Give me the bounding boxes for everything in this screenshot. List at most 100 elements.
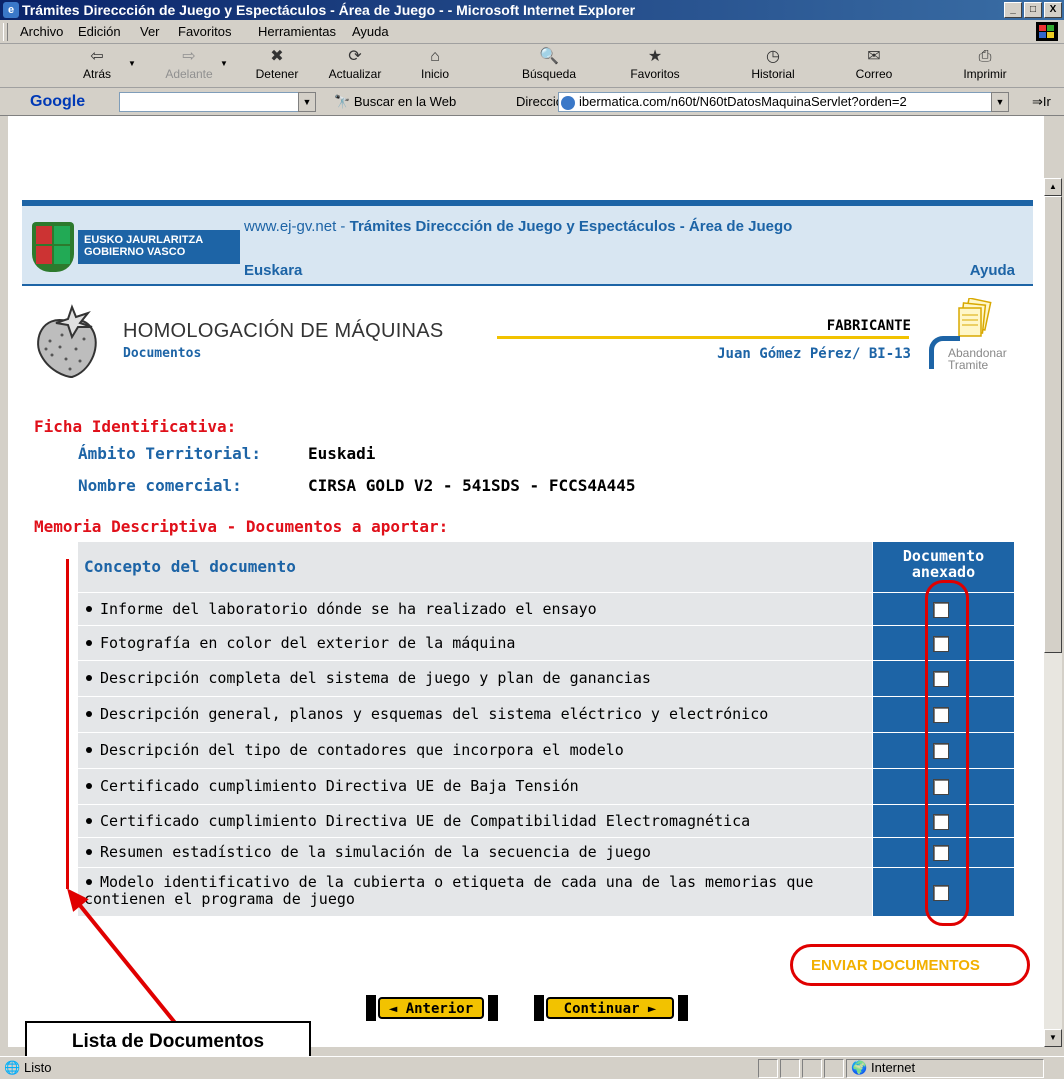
table-row: Fotografía en color del exterior de la m… (78, 626, 1014, 660)
bullet-icon (86, 878, 92, 885)
back-button[interactable]: ⇦ Atrás ▼ (62, 47, 136, 81)
bullet-icon (86, 674, 92, 681)
favorites-button[interactable]: ★ Favoritos (620, 47, 690, 81)
menu-herramientas[interactable]: Herramientas (258, 24, 336, 39)
go-icon: ⇒ (1032, 94, 1043, 109)
user-role: FABRICANTE (826, 318, 911, 334)
anterior-button[interactable]: ◄ Anterior (378, 997, 484, 1019)
table-header: Concepto del documento Documento anexado (78, 542, 1014, 592)
menu-archivo[interactable]: Archivo (20, 24, 63, 39)
document-concept: Modelo identificativo de la cubierta o e… (84, 873, 814, 908)
forward-button[interactable]: ⇨ Adelante ▼ (154, 47, 228, 81)
continuar-button[interactable]: Continuar ► (546, 997, 674, 1019)
document-concept: Resumen estadístico de la simulación de … (100, 843, 651, 861)
history-icon: ◷ (766, 48, 780, 65)
logo-line2: GOBIERNO VASCO (84, 246, 186, 258)
menu-ayuda[interactable]: Ayuda (352, 24, 389, 39)
binoculars-icon: 🔭 (334, 94, 354, 109)
document-concept: Descripción completa del sistema de jueg… (100, 669, 651, 687)
annotation-checkbox-oval (925, 580, 969, 926)
maximize-button[interactable]: □ (1024, 2, 1042, 18)
menu-edicion[interactable]: Edición (78, 24, 121, 39)
bullet-icon (86, 605, 92, 612)
bullet-icon (86, 817, 92, 824)
ie-icon: e (3, 2, 19, 18)
scroll-up-button[interactable]: ▲ (1044, 178, 1062, 196)
print-button[interactable]: ⎙ Imprimir (950, 47, 1020, 81)
table-row: Resumen estadístico de la simulación de … (78, 838, 1014, 867)
enviar-label: ENVIAR DOCUMENTOS (811, 957, 980, 974)
google-dropdown-button[interactable]: ▼ (298, 92, 316, 112)
address-toolbar: Google ▼ 🔭 Buscar en la Web Dirección ib… (0, 89, 1064, 116)
bullet-icon (86, 848, 92, 855)
annotation-bracket-line (66, 559, 69, 889)
bullet-icon (86, 710, 92, 717)
enviar-documentos-button[interactable]: ENVIAR DOCUMENTOS (790, 944, 1030, 986)
back-icon: ⇦ (90, 48, 104, 65)
go-button[interactable]: ⇒Ir (1032, 94, 1051, 110)
header-bottom-bar (22, 284, 1033, 286)
column-header-concept: Concepto del documento (78, 542, 872, 592)
internet-zone-icon: 🌍 (851, 1060, 868, 1075)
google-search-input[interactable] (119, 92, 299, 112)
mail-button[interactable]: ✉ Correo (839, 47, 909, 81)
documents-icon (958, 298, 992, 337)
menu-ver[interactable]: Ver (140, 24, 160, 39)
standard-toolbar: ⇦ Atrás ▼ ⇨ Adelante ▼ ✖ Detener ⟳ Actualizar … (0, 45, 1064, 88)
site-url-link[interactable]: www.ej-gv.net (244, 218, 336, 235)
forward-icon: ⇨ (182, 48, 196, 65)
page-subtitle: Documentos (123, 346, 202, 361)
table-row: Descripción completa del sistema de jueg… (78, 661, 1014, 696)
status-segment (802, 1059, 822, 1078)
document-concept: Informe del laboratorio dónde se ha real… (100, 600, 597, 618)
coat-of-arms-icon (32, 222, 74, 272)
menu-favoritos[interactable]: Favoritos (178, 24, 231, 39)
site-title: www.ej-gv.net - Trámites Direccción de J… (244, 218, 793, 235)
title-bar: e Trámites Direccción de Juego y Espectá… (0, 0, 1064, 20)
nombre-label: Nombre comercial: (78, 476, 242, 495)
document-concept: Descripción del tipo de contadores que i… (100, 741, 624, 759)
buscar-web-button[interactable]: 🔭 Buscar en la Web (334, 94, 456, 110)
status-segment (758, 1059, 778, 1078)
search-icon: 🔍 (539, 48, 559, 65)
address-input[interactable]: ibermatica.com/n60t/N60tDatosMaquinaServ… (558, 92, 992, 112)
home-button[interactable]: ⌂ Inicio (400, 47, 470, 81)
continuar-right-cap (678, 995, 688, 1021)
anterior-right-cap (488, 995, 498, 1021)
search-button[interactable]: 🔍 Búsqueda (514, 47, 584, 81)
ayuda-link[interactable]: Ayuda (970, 262, 1015, 279)
document-concept: Fotografía en color del exterior de la m… (100, 634, 516, 652)
stop-button[interactable]: ✖ Detener (242, 47, 312, 81)
document-concept: Certificado cumplimiento Directiva UE de… (100, 777, 579, 795)
stop-icon: ✖ (270, 48, 284, 65)
scroll-down-button[interactable]: ▼ (1044, 1029, 1062, 1047)
table-row: Certificado cumplimiento Directiva UE de… (78, 769, 1014, 804)
refresh-icon: ⟳ (348, 48, 362, 65)
print-icon: ⎙ (978, 48, 992, 65)
abandon-procedure-button[interactable]: Abandonar Tramite (926, 298, 1021, 378)
address-dropdown-button[interactable]: ▼ (991, 92, 1009, 112)
ambito-label: Ámbito Territorial: (78, 444, 262, 463)
scroll-thumb[interactable] (1044, 196, 1062, 653)
ficha-heading: Ficha Identificativa: (34, 417, 237, 436)
status-segment (824, 1059, 844, 1078)
history-button[interactable]: ◷ Historial (738, 47, 808, 81)
document-concept: Descripción general, planos y esquemas d… (100, 705, 769, 723)
window-title: Trámites Direccción de Juego y Espectácu… (22, 2, 636, 18)
status-text: Listo (24, 1060, 52, 1075)
abandon-line2: Tramite (948, 358, 989, 372)
bullet-icon (86, 782, 92, 789)
vertical-scrollbar[interactable]: ▲ ▼ (1044, 178, 1062, 1047)
euskara-link[interactable]: Euskara (244, 262, 302, 279)
table-row: Descripción del tipo de contadores que i… (78, 733, 1014, 768)
table-row: Certificado cumplimiento Directiva UE de… (78, 805, 1014, 837)
favorites-icon: ★ (647, 48, 663, 65)
zone-text: Internet (871, 1060, 916, 1075)
minimize-button[interactable]: _ (1004, 2, 1022, 18)
bullet-icon (86, 639, 92, 646)
close-button[interactable]: X (1044, 2, 1062, 18)
gobierno-vasco-logo[interactable]: EUSKO JAURLARITZA GOBIERNO VASCO (32, 222, 240, 272)
refresh-button[interactable]: ⟳ Actualizar (320, 47, 390, 81)
menu-grip (3, 23, 8, 41)
google-logo[interactable]: Google (30, 93, 85, 111)
